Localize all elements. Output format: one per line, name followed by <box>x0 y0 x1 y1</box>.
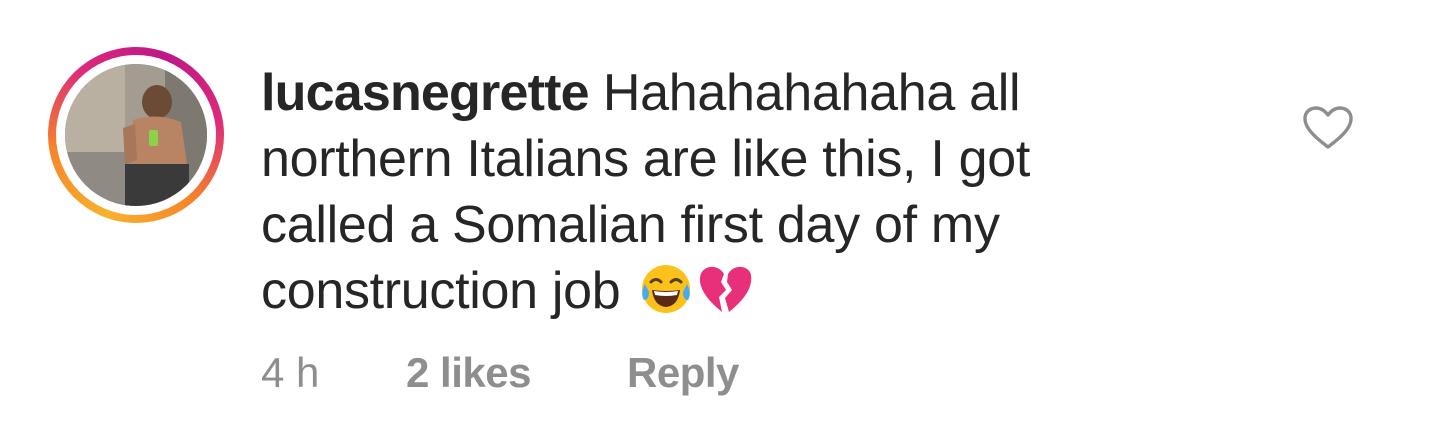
face-with-tears-of-joy-icon <box>639 262 693 332</box>
avatar-story-ring[interactable] <box>48 47 224 223</box>
comment-text-line-2: northern Italians are like this, I got <box>261 130 1031 188</box>
broken-heart-icon <box>697 264 753 332</box>
comment-body: lucasnegrette Hahahahahaha all northern … <box>261 60 1161 332</box>
comment-line-4: construction job <box>261 258 1161 332</box>
likes-count-link[interactable]: 2 likes <box>406 350 531 396</box>
username-link[interactable]: lucasnegrette <box>261 64 590 122</box>
like-heart-icon[interactable] <box>1302 105 1354 151</box>
comment-line-1: lucasnegrette Hahahahahaha all <box>261 60 1161 126</box>
avatar[interactable] <box>65 64 207 206</box>
reply-button[interactable]: Reply <box>627 350 739 396</box>
comment-text-line-3: called a Somalian first day of my <box>261 196 1000 254</box>
comment-row: lucasnegrette Hahahahahaha all northern … <box>0 0 1440 437</box>
comment-timestamp: 4 h <box>261 349 320 396</box>
comment-text-line-4: construction job <box>261 262 621 320</box>
comment-text-line-1: Hahahahahaha all <box>588 64 1021 122</box>
avatar-photo <box>65 64 207 206</box>
